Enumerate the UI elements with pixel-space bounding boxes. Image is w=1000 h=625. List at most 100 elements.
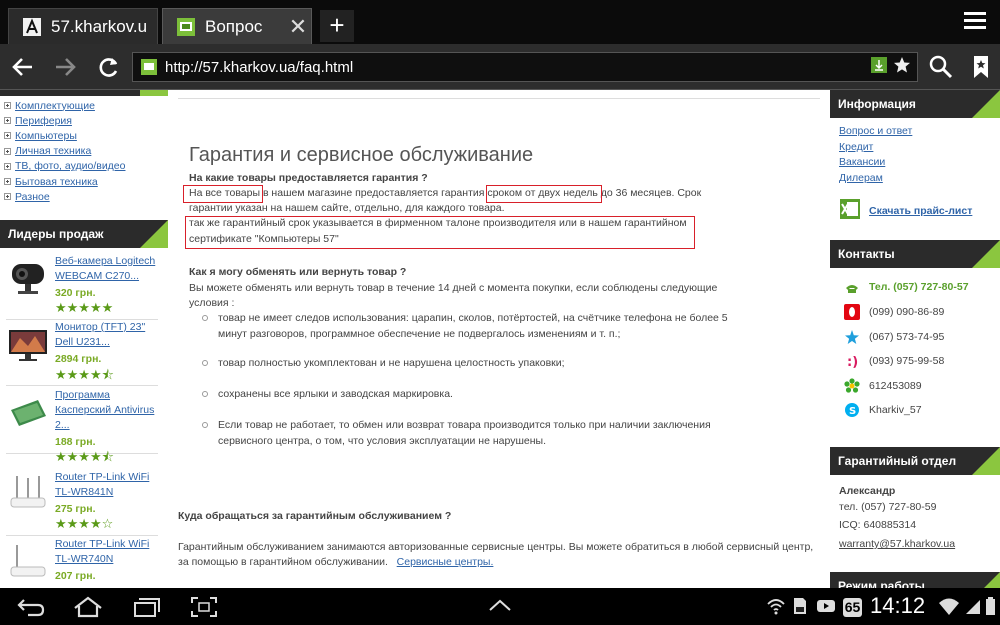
contact-skype: S Kharkiv_57	[844, 399, 922, 421]
bookmarks-icon[interactable]	[966, 52, 996, 82]
software-box-image[interactable]	[8, 392, 48, 432]
info-link-faq[interactable]: Вопрос и ответ	[839, 125, 912, 137]
search-icon[interactable]	[926, 52, 956, 82]
category-item[interactable]: Разное	[4, 189, 126, 204]
category-link[interactable]: Периферия	[15, 115, 72, 127]
category-link[interactable]: Комплектующие	[15, 100, 95, 112]
category-item[interactable]: ТВ, фото, аудио/видео	[4, 159, 126, 174]
url-text: http://57.kharkov.ua/faq.html	[165, 58, 354, 76]
new-tab-button[interactable]: +	[320, 10, 354, 42]
category-link[interactable]: Компьютеры	[15, 130, 77, 142]
category-link[interactable]: Личная техника	[15, 145, 91, 157]
product-name[interactable]: Router TP-Link WiFi TL-WR740N	[55, 537, 160, 567]
info-link-vacancies[interactable]: Вакансии	[839, 156, 885, 168]
forward-arrow-icon[interactable]	[50, 52, 80, 82]
wifi-icon	[766, 596, 786, 621]
contact-mts: (099) 090-86-89	[844, 301, 944, 323]
product-price: 207 грн.	[55, 570, 96, 582]
browser-tab-bar: 57.kharkov.u Вопрос ✕ +	[0, 0, 1000, 44]
contacts-header: Контакты	[830, 240, 1000, 268]
condition-text: сохранены все ярлыки и заводская маркиро…	[218, 388, 453, 400]
recent-apps-icon[interactable]	[132, 596, 162, 623]
expand-icon[interactable]	[4, 102, 11, 110]
warranty-email-link[interactable]: warranty@57.kharkov.ua	[839, 538, 955, 550]
chevron-up-icon[interactable]	[487, 596, 513, 621]
product-item[interactable]: Программа Касперский Antivirus 2... 188 …	[6, 388, 160, 464]
product-name[interactable]: Веб-камера Logitech WEBCAM C270...	[55, 254, 160, 284]
product-item[interactable]: Монитор (TFT) 23" Dell U231... 2894 грн.…	[6, 320, 158, 386]
product-name[interactable]: Router TP-Link WiFi TL-WR841N	[55, 470, 160, 500]
site-favicon-icon	[23, 17, 41, 36]
right-sidebar: Информация Вопрос и ответ Кредит Ваканси…	[830, 90, 1000, 588]
menu-icon[interactable]	[964, 12, 986, 32]
category-item[interactable]: Бытовая техника	[4, 174, 126, 189]
back-arrow-icon[interactable]	[8, 52, 38, 82]
warranty-title: Гарантийный отдел	[838, 454, 957, 468]
bullet-icon	[202, 391, 208, 397]
product-item[interactable]: Router TP-Link WiFi TL-WR841N 275 грн. ★…	[6, 470, 158, 536]
condition-text: товар полностью укомплектован и не наруш…	[218, 357, 565, 369]
category-link[interactable]: Бытовая техника	[15, 176, 98, 188]
monitor-image[interactable]	[8, 324, 48, 364]
question-heading: Как я могу обменять или вернуть товар ?	[189, 266, 407, 278]
expand-icon[interactable]	[4, 147, 11, 155]
star-icon[interactable]	[893, 56, 911, 78]
price-list-link[interactable]: Скачать прайс-лист	[869, 205, 972, 217]
product-item[interactable]: Веб-камера Logitech WEBCAM C270... 320 г…	[6, 254, 158, 320]
price-list-download[interactable]: Скачать прайс-лист	[839, 198, 972, 223]
expand-icon[interactable]	[4, 178, 11, 186]
reload-icon[interactable]	[94, 52, 124, 82]
condition-text: сервисного центра, о том, что условия эк…	[218, 434, 547, 447]
router-image[interactable]	[8, 541, 48, 581]
category-item[interactable]: Периферия	[4, 113, 126, 128]
category-link[interactable]: ТВ, фото, аудио/видео	[15, 160, 126, 172]
product-price: 188 грн.	[55, 436, 96, 448]
screenshot-icon[interactable]	[190, 596, 218, 623]
answer-text: Вы можете обменять или вернуть товар в т…	[189, 282, 718, 294]
tab-title: 57.kharkov.u	[51, 16, 148, 36]
category-item[interactable]: Компьютеры	[4, 128, 126, 143]
battery-icon	[985, 596, 997, 621]
product-item[interactable]: Router TP-Link WiFi TL-WR740N 207 грн.	[6, 537, 158, 588]
rating-stars: ★★★★⯪	[55, 367, 114, 382]
answer-text: гарантии указан на нашем сайте, отдельно…	[189, 202, 505, 214]
category-link[interactable]: Разное	[15, 191, 50, 203]
home-nav-icon[interactable]	[72, 596, 104, 623]
service-centers-link[interactable]: Сервисные центры.	[397, 556, 494, 568]
product-price: 320 грн.	[55, 287, 96, 299]
contact-text: Kharkiv_57	[869, 404, 922, 416]
product-price: 2894 грн.	[55, 353, 102, 365]
expand-icon[interactable]	[4, 132, 11, 140]
contact-kyivstar: (067) 573-74-95	[844, 326, 944, 348]
category-item[interactable]: Комплектующие	[4, 98, 126, 113]
battery-percent: 65	[843, 598, 862, 617]
category-item[interactable]: Личная техника	[4, 144, 126, 159]
close-tab-icon[interactable]: ✕	[285, 15, 311, 38]
back-nav-icon[interactable]	[16, 596, 46, 623]
contact-text: (099) 090-86-89	[869, 306, 945, 318]
answer-text: условия :	[189, 297, 235, 309]
divider	[178, 98, 820, 99]
address-bar[interactable]: http://57.kharkov.ua/faq.html	[132, 52, 918, 82]
warranty-icq: ICQ: 640885314	[839, 519, 917, 531]
bullet-icon	[202, 360, 208, 366]
download-icon[interactable]	[871, 57, 887, 77]
product-name[interactable]: Программа Касперский Antivirus 2...	[55, 388, 160, 433]
expand-icon[interactable]	[4, 117, 11, 125]
expand-icon[interactable]	[4, 162, 11, 170]
answer-text: за помощью в гарантийном обслуживании. С…	[178, 555, 493, 571]
info-header: Информация	[830, 90, 1000, 118]
hours-header: Режим работы	[830, 572, 1000, 588]
product-name[interactable]: Монитор (TFT) 23" Dell U231...	[55, 320, 160, 350]
info-link-credit[interactable]: Кредит	[839, 141, 873, 153]
condition-text: минут разговоров, программное обеспечени…	[218, 327, 621, 340]
expand-icon[interactable]	[4, 193, 11, 201]
contacts-title: Контакты	[838, 247, 895, 261]
router-image[interactable]	[8, 474, 48, 514]
tab-faq[interactable]: Вопрос ✕	[162, 8, 312, 44]
info-link-dealers[interactable]: Дилерам	[839, 172, 883, 184]
web-page: Комплектующие Периферия Компьютеры Лична…	[0, 90, 1000, 588]
tab-kharkov[interactable]: 57.kharkov.u	[8, 8, 158, 44]
webcam-image[interactable]	[8, 258, 48, 298]
condition-text: Если товар не работает, то обмен или воз…	[218, 419, 711, 431]
